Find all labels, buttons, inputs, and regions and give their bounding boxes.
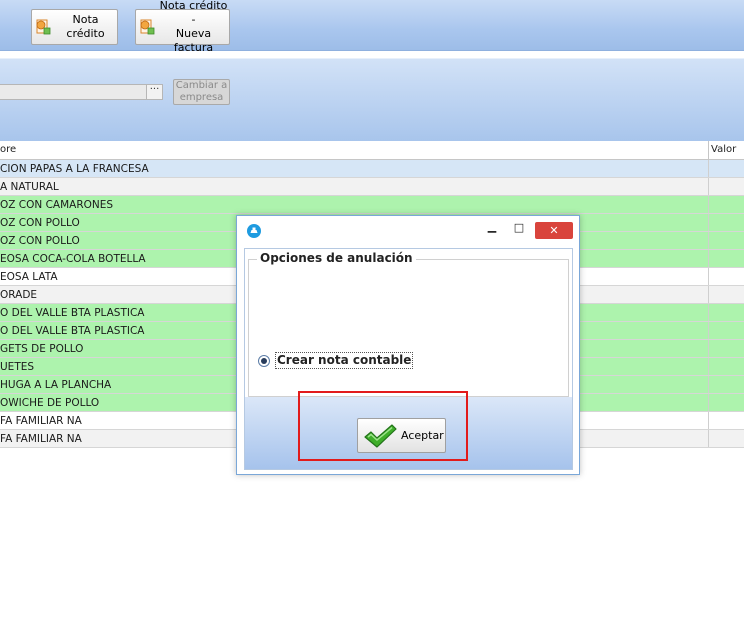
row-name: A NATURAL (0, 181, 59, 193)
row-name: CION PAPAS A LA FRANCESA (0, 163, 149, 175)
row-valor (708, 214, 744, 231)
close-button[interactable]: ✕ (535, 222, 573, 239)
cambiar-line-1: Cambiar a (175, 80, 228, 91)
empresa-combo[interactable] (0, 84, 147, 100)
cambiar-line-2: empresa (179, 92, 224, 103)
table-row[interactable]: CION PAPAS A LA FRANCESA (0, 160, 744, 178)
row-name: OZ CON CAMARONES (0, 199, 114, 211)
nota-credito-button[interactable]: Nota crédito (31, 9, 118, 45)
highlight-box (298, 391, 468, 461)
row-valor (708, 196, 744, 213)
minimize-icon[interactable]: ▁ (485, 220, 499, 233)
group-title: Opciones de anulación (257, 251, 416, 265)
toolbar: Nota crédito Nota crédito - Nueva factur… (0, 0, 744, 54)
label-line-1: Nota crédito - (159, 0, 228, 26)
row-name: OWICHE DE POLLO (0, 397, 100, 409)
row-valor (708, 268, 744, 285)
nota-credito-label: Nota crédito (66, 13, 105, 40)
column-header-valor[interactable]: Valor (708, 141, 744, 159)
filter-panel: ··· Cambiar a empresa (0, 58, 744, 142)
row-valor (708, 304, 744, 321)
row-valor (708, 340, 744, 357)
row-name: O DEL VALLE BTA PLASTICA (0, 325, 145, 337)
row-valor (708, 286, 744, 303)
row-name: EOSA COCA-COLA BOTELLA (0, 253, 146, 265)
row-valor (708, 322, 744, 339)
row-name: GETS DE POLLO (0, 343, 84, 355)
document-icon (140, 19, 155, 35)
row-valor (708, 178, 744, 195)
row-name: UETES (0, 361, 35, 373)
row-valor (708, 376, 744, 393)
crear-nota-contable-label[interactable]: Crear nota contable (275, 352, 414, 369)
row-name: O DEL VALLE BTA PLASTICA (0, 307, 145, 319)
row-valor (708, 412, 744, 429)
row-name: ORADE (0, 289, 38, 301)
label-line-2: Nueva factura (173, 27, 214, 54)
row-valor (708, 430, 744, 447)
browse-button[interactable]: ··· (146, 84, 163, 100)
row-name: OZ CON POLLO (0, 217, 80, 229)
document-icon (36, 19, 51, 35)
table-row[interactable]: A NATURAL (0, 178, 744, 196)
table-row[interactable]: OZ CON CAMARONES (0, 196, 744, 214)
nota-credito-nueva-factura-label: Nota crédito - Nueva factura (158, 0, 229, 55)
maximize-icon[interactable]: □ (511, 221, 527, 234)
row-name: EOSA LATA (0, 271, 58, 283)
row-name: FA FAMILIAR NA (0, 415, 82, 427)
row-valor (708, 232, 744, 249)
cambiar-empresa-button[interactable]: Cambiar a empresa (173, 79, 230, 105)
app-icon (247, 224, 261, 238)
row-valor (708, 394, 744, 411)
row-name: OZ CON POLLO (0, 235, 80, 247)
row-valor (708, 160, 744, 177)
row-valor (708, 250, 744, 267)
crear-nota-contable-radio[interactable] (258, 355, 270, 367)
close-icon: ✕ (549, 224, 559, 237)
grid-header: ore Valor (0, 141, 744, 160)
row-name: FA FAMILIAR NA (0, 433, 82, 445)
column-header-name[interactable]: ore (0, 141, 16, 159)
row-valor (708, 358, 744, 375)
nota-credito-nueva-factura-button[interactable]: Nota crédito - Nueva factura (135, 0, 230, 54)
row-name: HUGA A LA PLANCHA (0, 379, 112, 391)
opciones-group: Opciones de anulación Crear nota contabl… (248, 251, 569, 397)
